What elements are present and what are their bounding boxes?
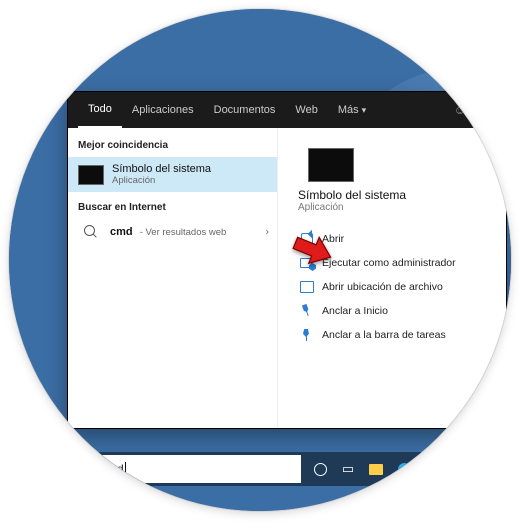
taskbar: cmd ▭ (9, 452, 511, 486)
cortana-icon[interactable] (309, 458, 331, 480)
tab-more-label: Más (338, 104, 359, 116)
web-search-header: Buscar en Internet (68, 198, 277, 219)
results-list: Mejor coincidencia Símbolo del sistema A… (68, 128, 278, 428)
action-label: Ejecutar como administrador (322, 257, 456, 269)
result-preview: Símbolo del sistema Aplicación Abrir Eje… (278, 128, 506, 428)
edge-icon[interactable] (393, 458, 415, 480)
search-icon (79, 462, 93, 476)
chevron-right-icon: › (266, 227, 269, 238)
taskbar-search-input[interactable]: cmd (71, 455, 301, 483)
action-open[interactable]: Abrir (296, 227, 496, 251)
tab-web[interactable]: Web (285, 92, 327, 128)
chevron-down-icon: ▾ (362, 105, 367, 116)
tab-documents[interactable]: Documentos (204, 92, 286, 128)
action-label: Abrir (322, 233, 344, 245)
command-prompt-icon (308, 148, 354, 182)
action-run-as-admin[interactable]: Ejecutar como administrador (296, 251, 496, 275)
tab-all[interactable]: Todo (78, 92, 122, 128)
open-icon (300, 232, 314, 246)
options-icon[interactable]: ⋯ (472, 103, 496, 117)
folder-icon (300, 280, 314, 294)
command-prompt-icon (78, 165, 104, 185)
task-view-icon[interactable]: ▭ (337, 458, 359, 480)
action-open-location[interactable]: Abrir ubicación de archivo (296, 275, 496, 299)
tab-apps[interactable]: Aplicaciones (122, 92, 204, 128)
pin-icon (298, 302, 316, 320)
feedback-icon[interactable]: ☺ (448, 103, 472, 117)
preview-subtitle: Aplicación (298, 202, 496, 213)
action-label: Anclar a Inicio (322, 305, 388, 317)
web-query: cmd (110, 226, 133, 238)
result-subtitle: Aplicación (112, 175, 211, 186)
search-query-text: cmd (101, 462, 124, 476)
mail-icon[interactable] (449, 458, 471, 480)
action-label: Anclar a la barra de tareas (322, 329, 446, 341)
preview-title: Símbolo del sistema (298, 188, 496, 202)
action-pin-taskbar[interactable]: Anclar a la barra de tareas (296, 323, 496, 347)
tab-more[interactable]: Más ▾ (328, 92, 376, 128)
action-pin-start[interactable]: Anclar a Inicio (296, 299, 496, 323)
search-icon (84, 225, 98, 239)
pin-icon (300, 328, 314, 342)
search-tabs: Todo Aplicaciones Documentos Web Más ▾ ☺… (68, 92, 506, 128)
file-explorer-icon[interactable] (365, 458, 387, 480)
web-suffix: - Ver resultados web (140, 227, 227, 238)
taskbar-icons: ▭ (309, 458, 471, 480)
result-command-prompt[interactable]: Símbolo del sistema Aplicación (68, 157, 277, 192)
action-label: Abrir ubicación de archivo (322, 281, 443, 293)
store-icon[interactable] (421, 458, 443, 480)
result-web-search[interactable]: cmd - Ver resultados web › (68, 219, 277, 245)
result-title: Símbolo del sistema (112, 163, 211, 175)
start-search-panel: Todo Aplicaciones Documentos Web Más ▾ ☺… (67, 91, 507, 429)
best-match-header: Mejor coincidencia (68, 136, 277, 157)
shield-icon (300, 256, 314, 270)
